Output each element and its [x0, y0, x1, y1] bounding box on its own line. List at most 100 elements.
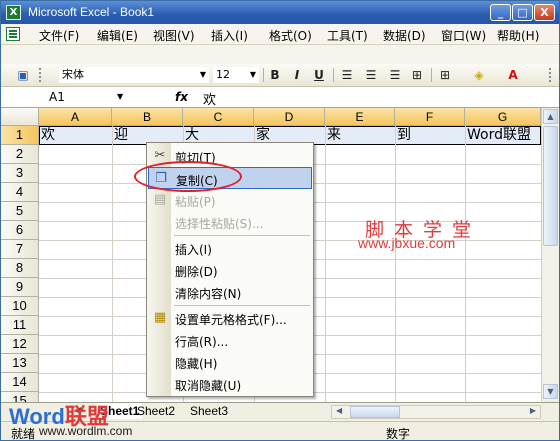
underline-button[interactable]: U — [311, 68, 327, 82]
column-header-a[interactable]: A — [39, 108, 112, 126]
menu-item-paste-special[interactable]: 选择性粘贴(S)... — [148, 211, 312, 233]
align-center-icon[interactable]: ☰ — [363, 68, 379, 82]
status-num-mode: 数字 — [386, 427, 411, 441]
formula-input[interactable]: 欢 — [203, 89, 216, 108]
vertical-scrollbar[interactable]: ▲ ▼ — [541, 108, 559, 401]
column-header-c[interactable]: C — [183, 108, 254, 126]
menu-file[interactable]: 文件(F) — [39, 27, 79, 44]
menu-item-row-height[interactable]: 行高(R)... — [148, 329, 312, 351]
menu-item-clear-contents[interactable]: 清除内容(N) — [148, 281, 312, 303]
formula-bar: A1 ▼ fx 欢 — [1, 87, 559, 108]
align-left-icon[interactable]: ☰ — [339, 68, 355, 82]
menu-view[interactable]: 视图(V) — [153, 27, 195, 44]
select-all-corner[interactable] — [1, 108, 39, 126]
function-icon[interactable]: fx — [175, 90, 188, 104]
merge-center-icon[interactable]: ⊞ — [409, 68, 425, 82]
highlight-annotation — [134, 161, 242, 192]
font-color-button[interactable]: A — [505, 68, 521, 82]
row-header-6[interactable]: 6 — [1, 221, 39, 240]
column-header-d[interactable]: D — [254, 108, 325, 126]
menu-tools[interactable]: 工具(T) — [327, 27, 368, 44]
gridline — [395, 126, 396, 402]
workbook-icon[interactable] — [6, 27, 20, 41]
toolbar-grip[interactable] — [549, 68, 554, 82]
align-right-icon[interactable]: ☰ — [387, 68, 403, 82]
menu-item-unhide[interactable]: 取消隐藏(U) — [148, 373, 312, 395]
toolbar-spacer — [1, 45, 559, 64]
row-header-1[interactable]: 1 — [1, 126, 39, 145]
menu-edit[interactable]: 编辑(E) — [97, 27, 138, 44]
row-header-12[interactable]: 12 — [1, 335, 39, 354]
excel-window: X Microsoft Excel - Book1 _ □ X 文件(F) 编辑… — [0, 0, 560, 441]
cell-f1[interactable]: 到 — [395, 126, 411, 145]
font-size-combo[interactable]: 12 ▼ — [213, 67, 259, 83]
column-header-e[interactable]: E — [325, 108, 395, 126]
row-header-2[interactable]: 2 — [1, 145, 39, 164]
vertical-scroll-thumb[interactable] — [543, 126, 558, 246]
row-header-8[interactable]: 8 — [1, 259, 39, 278]
menu-item-format-cells[interactable]: ▦ 设置单元格格式(F)... — [148, 307, 312, 329]
gridline — [465, 126, 466, 402]
borders-icon[interactable]: ⊞ — [437, 68, 453, 82]
close-button[interactable]: X — [534, 4, 555, 21]
excel-app-icon[interactable]: X — [6, 5, 21, 20]
scroll-up-icon[interactable]: ▲ — [543, 109, 558, 124]
name-box[interactable]: A1 ▼ — [39, 89, 131, 105]
row-header-14[interactable]: 14 — [1, 373, 39, 392]
row-header-4[interactable]: 4 — [1, 183, 39, 202]
column-header-g[interactable]: G — [465, 108, 541, 126]
menu-separator — [174, 235, 310, 236]
menu-insert[interactable]: 插入(I) — [211, 27, 248, 44]
chevron-down-icon[interactable]: ▼ — [200, 68, 206, 82]
menu-item-paste[interactable]: ▤ 粘贴(P) — [148, 189, 312, 211]
save-icon[interactable]: ▣ — [15, 68, 31, 82]
row-header-9[interactable]: 9 — [1, 278, 39, 297]
toolbar-separator — [333, 68, 334, 82]
title-bar[interactable]: X Microsoft Excel - Book1 _ □ X — [1, 1, 559, 24]
horizontal-scroll-thumb[interactable] — [350, 406, 400, 418]
row-header-7[interactable]: 7 — [1, 240, 39, 259]
menu-format[interactable]: 格式(O) — [269, 27, 312, 44]
chevron-down-icon[interactable]: ▼ — [250, 68, 256, 82]
watermark-site-url: www.jbxue.com — [358, 235, 456, 251]
scroll-left-icon[interactable]: ◀ — [336, 406, 342, 415]
scroll-down-icon[interactable]: ▼ — [543, 384, 558, 399]
cell-g1[interactable]: Word联盟 — [465, 126, 531, 145]
font-size-value: 12 — [216, 68, 230, 81]
column-header-f[interactable]: F — [395, 108, 465, 126]
row-header-13[interactable]: 13 — [1, 354, 39, 373]
format-cells-icon: ▦ — [153, 310, 167, 325]
toolbar-separator — [431, 68, 432, 82]
formatting-toolbar: ▣ 宋体 ▼ 12 ▼ B I U ☰ ☰ ☰ ⊞ ⊞ ◈ A — [1, 64, 559, 87]
paste-icon: ▤ — [153, 192, 167, 207]
row-header-5[interactable]: 5 — [1, 202, 39, 221]
chevron-down-icon[interactable]: ▼ — [117, 89, 123, 105]
cell-a1[interactable]: 欢 — [39, 126, 55, 145]
minimize-button[interactable]: _ — [490, 4, 511, 21]
menu-item-delete[interactable]: 删除(D) — [148, 259, 312, 281]
tab-sheet3[interactable]: Sheet3 — [187, 403, 231, 419]
column-header-b[interactable]: B — [112, 108, 183, 126]
italic-button[interactable]: I — [289, 68, 305, 82]
menu-data[interactable]: 数据(D) — [383, 27, 426, 44]
bold-button[interactable]: B — [267, 68, 283, 82]
scroll-right-icon[interactable]: ▶ — [530, 406, 536, 415]
row-header-3[interactable]: 3 — [1, 164, 39, 183]
cell-b1[interactable]: 迎 — [112, 126, 128, 145]
row-header-11[interactable]: 11 — [1, 316, 39, 335]
menu-bar: 文件(F) 编辑(E) 视图(V) 插入(I) 格式(O) 工具(T) 数据(D… — [1, 24, 559, 61]
menu-item-hide[interactable]: 隐藏(H) — [148, 351, 312, 373]
name-box-value: A1 — [49, 90, 65, 104]
horizontal-scrollbar[interactable]: ◀ ▶ — [331, 405, 541, 419]
maximize-button[interactable]: □ — [512, 4, 533, 21]
font-name-combo[interactable]: 宋体 ▼ — [59, 67, 209, 83]
cell-e1[interactable]: 来 — [325, 126, 341, 145]
tab-sheet2[interactable]: Sheet2 — [134, 403, 178, 419]
menu-window[interactable]: 窗口(W) — [441, 27, 486, 44]
gridline — [325, 126, 326, 402]
toolbar-grip[interactable] — [39, 68, 44, 82]
fill-color-icon[interactable]: ◈ — [471, 68, 487, 82]
menu-item-insert[interactable]: 插入(I) — [148, 237, 312, 259]
menu-help[interactable]: 帮助(H) — [497, 27, 539, 44]
row-header-10[interactable]: 10 — [1, 297, 39, 316]
